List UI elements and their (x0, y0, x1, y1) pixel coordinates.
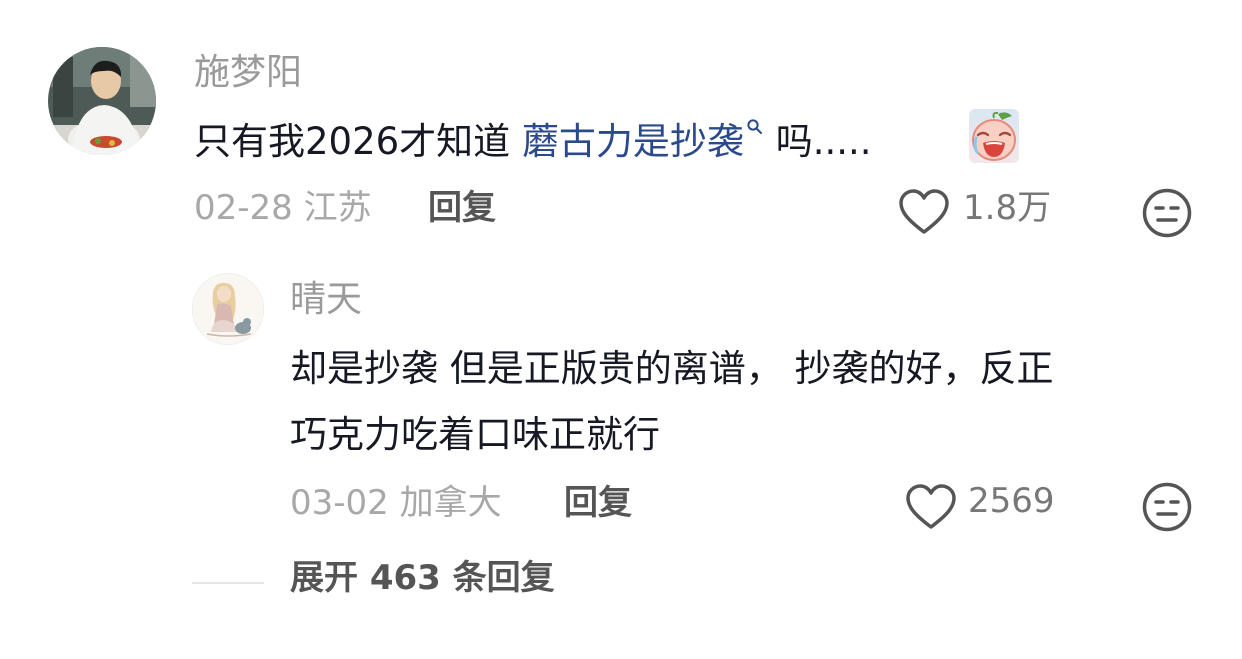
comment-text-before: 只有我2026才知道 (194, 120, 522, 163)
like-count: 1.8万 (963, 188, 1052, 228)
reply-button[interactable]: 回复 (428, 186, 496, 230)
dislike-face-icon[interactable] (1141, 481, 1193, 533)
comment-location: 江苏 (303, 188, 372, 228)
expand-replies-button[interactable]: 展开 463 条回复 (290, 556, 555, 600)
reply-date: 03-02 (290, 483, 389, 523)
reply-text-line2: 巧克力吃着口味正就行 (290, 413, 660, 456)
dislike-face-icon[interactable] (1141, 187, 1193, 239)
comment-username[interactable]: 施梦阳 (194, 51, 302, 95)
search-icon (747, 119, 762, 134)
like-count: 2569 (968, 481, 1055, 521)
comment-meta: 02-28 江苏 (194, 186, 372, 230)
reply-username[interactable]: 晴天 (290, 278, 362, 322)
reply-location: 加拿大 (399, 483, 502, 523)
reply-meta: 03-02 加拿大 (290, 481, 502, 525)
reply-text-line1: 却是抄袭 但是正版贵的离谱， 抄袭的好，反正 (290, 347, 1054, 390)
comment-text: 只有我2026才知道 蘑古力是抄袭 吗..... (194, 113, 872, 171)
heart-icon[interactable] (905, 483, 957, 531)
comment-date: 02-28 (194, 188, 293, 228)
crying-face-emoji-icon (968, 108, 1020, 164)
search-link[interactable]: 蘑古力是抄袭 (522, 119, 764, 163)
comment-text-after: 吗..... (763, 120, 872, 163)
avatar[interactable] (192, 273, 264, 345)
heart-icon[interactable] (898, 188, 950, 236)
divider (192, 582, 264, 584)
avatar[interactable] (48, 47, 156, 155)
reply-button[interactable]: 回复 (564, 481, 632, 525)
